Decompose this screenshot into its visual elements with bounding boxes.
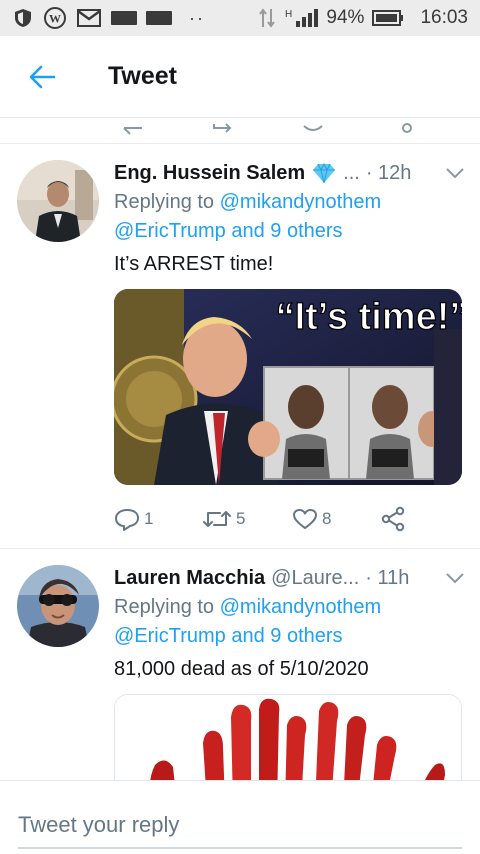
share-icon xyxy=(381,506,405,532)
retweet-icon xyxy=(203,511,231,527)
svg-text:H: H xyxy=(285,9,292,20)
heart-icon[interactable] xyxy=(300,118,326,136)
retweet-count: 5 xyxy=(236,509,246,528)
gmail-icon xyxy=(77,9,101,27)
battery-percent: 94% xyxy=(326,7,365,28)
heart-icon xyxy=(293,509,317,529)
status-icons-right: H 94% 16:03 xyxy=(258,7,468,29)
tweet-time: · 11h xyxy=(365,566,410,589)
clock: 16:03 xyxy=(420,7,468,28)
signal-icon: H xyxy=(285,9,319,27)
like-button[interactable]: 8 xyxy=(292,507,380,531)
tweet-body: Lauren Macchia @Laure... · 11h Replying … xyxy=(114,563,466,804)
replying-to-more-link[interactable]: @EricTrump and 9 others xyxy=(114,220,343,242)
tweet-body: Eng. Hussein Salem ... · 12h Replying to… xyxy=(114,158,466,485)
wordpress-icon: W xyxy=(44,7,66,29)
status-bar: W ·· H 94% 16:03 xyxy=(0,0,480,36)
author-handle: @Laure... xyxy=(271,566,360,589)
previous-tweet-actions xyxy=(0,118,480,144)
notification-bar-icon xyxy=(146,11,172,25)
retweet-button[interactable]: 5 xyxy=(202,507,292,531)
tweet-media[interactable]: “It’s time!” xyxy=(114,289,462,485)
tweet-menu-button[interactable] xyxy=(444,166,466,180)
author-name[interactable]: Eng. Hussein Salem xyxy=(114,162,305,185)
tweet-item[interactable]: Lauren Macchia @Laure... · 11h Replying … xyxy=(0,549,480,804)
replying-to-prefix: Replying to xyxy=(114,191,215,213)
status-icons-left: W ·· xyxy=(12,6,205,30)
tweet-text: 81,000 dead as of 5/10/2020 xyxy=(114,658,369,680)
author-handle: ... xyxy=(343,161,360,184)
tweet-time: · 12h xyxy=(365,161,412,184)
avatar-image xyxy=(17,565,99,647)
shield-icon xyxy=(15,9,31,27)
data-arrows-icon xyxy=(259,8,276,28)
chevron-down-icon xyxy=(446,168,464,179)
app-bar: Tweet xyxy=(0,36,480,118)
tweet-header: Eng. Hussein Salem ... · 12h xyxy=(114,158,466,188)
replying-to-more-link[interactable]: @EricTrump and 9 others xyxy=(114,625,343,647)
like-count: 8 xyxy=(322,509,332,528)
notification-bar-icon xyxy=(111,11,137,25)
back-button[interactable] xyxy=(0,36,84,118)
author-name[interactable]: Lauren Macchia xyxy=(114,567,265,590)
reply-bar xyxy=(0,780,480,854)
avatar[interactable] xyxy=(17,160,99,242)
chevron-down-icon xyxy=(446,573,464,584)
media-image: “It’s time!” xyxy=(114,289,462,485)
tweet-menu-button[interactable] xyxy=(444,571,466,585)
tweet-actions: 1 5 8 xyxy=(114,506,406,532)
svg-text:W: W xyxy=(49,12,61,26)
avatar-image xyxy=(17,160,99,242)
retweet-icon[interactable] xyxy=(210,118,236,136)
gem-emoji-icon xyxy=(313,162,336,184)
arrow-left-icon xyxy=(29,65,56,88)
tweet-header: Lauren Macchia @Laure... · 11h xyxy=(114,563,466,593)
page-title: Tweet xyxy=(108,62,177,90)
replying-to: Replying to @mikandynothem @EricTrump an… xyxy=(114,188,466,246)
replying-to-prefix: Replying to xyxy=(114,596,215,618)
avatar[interactable] xyxy=(17,565,99,647)
reply-button[interactable]: 1 xyxy=(114,507,202,531)
replying-to-user-link[interactable]: @mikandynothem xyxy=(220,596,381,618)
reply-count: 1 xyxy=(144,509,154,528)
media-caption: “It’s time!” xyxy=(276,296,462,338)
tweet-text: It’s ARREST time! xyxy=(114,253,274,275)
replying-to-user-link[interactable]: @mikandynothem xyxy=(220,191,381,213)
reply-icon xyxy=(115,509,139,531)
replying-to: Replying to @mikandynothem @EricTrump an… xyxy=(114,593,466,651)
reply-input[interactable] xyxy=(18,803,462,849)
share-icon[interactable] xyxy=(395,118,421,136)
battery-icon xyxy=(372,10,404,26)
reply-icon[interactable] xyxy=(120,118,146,136)
share-button[interactable] xyxy=(380,506,406,532)
more-dots-icon: ·· xyxy=(189,7,205,28)
tweet-item[interactable]: Eng. Hussein Salem ... · 12h Replying to… xyxy=(0,144,480,549)
